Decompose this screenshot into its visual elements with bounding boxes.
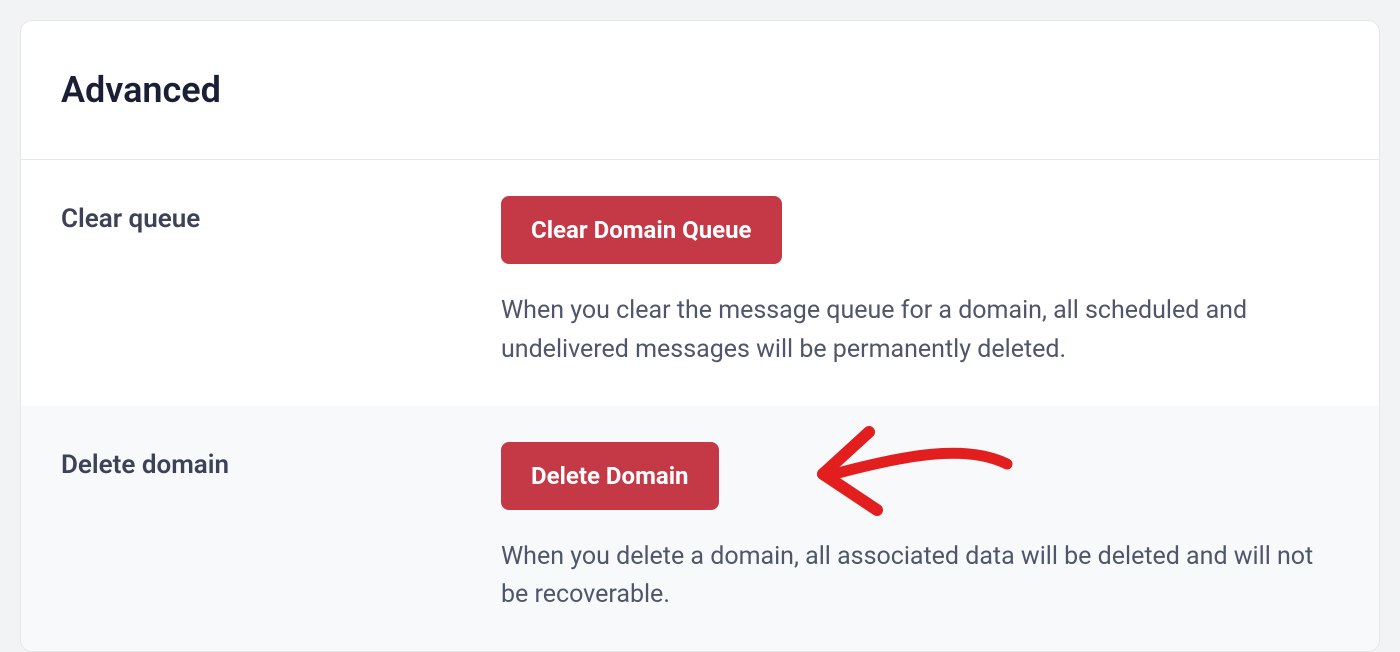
card-title: Advanced — [61, 69, 1339, 111]
advanced-settings-card: Advanced Clear queue Clear Domain Queue … — [20, 20, 1380, 652]
clear-queue-label: Clear queue — [61, 196, 501, 370]
delete-domain-row: Delete domain Delete Domain When you del… — [21, 406, 1379, 652]
delete-domain-content: Delete Domain When you delete a domain, … — [501, 442, 1339, 616]
clear-queue-row: Clear queue Clear Domain Queue When you … — [21, 160, 1379, 406]
clear-queue-description: When you clear the message queue for a d… — [501, 292, 1339, 370]
clear-domain-queue-button[interactable]: Clear Domain Queue — [501, 196, 782, 264]
delete-domain-description: When you delete a domain, all associated… — [501, 538, 1339, 616]
card-header: Advanced — [21, 21, 1379, 160]
delete-domain-label: Delete domain — [61, 442, 501, 616]
clear-queue-content: Clear Domain Queue When you clear the me… — [501, 196, 1339, 370]
delete-domain-button[interactable]: Delete Domain — [501, 442, 719, 510]
